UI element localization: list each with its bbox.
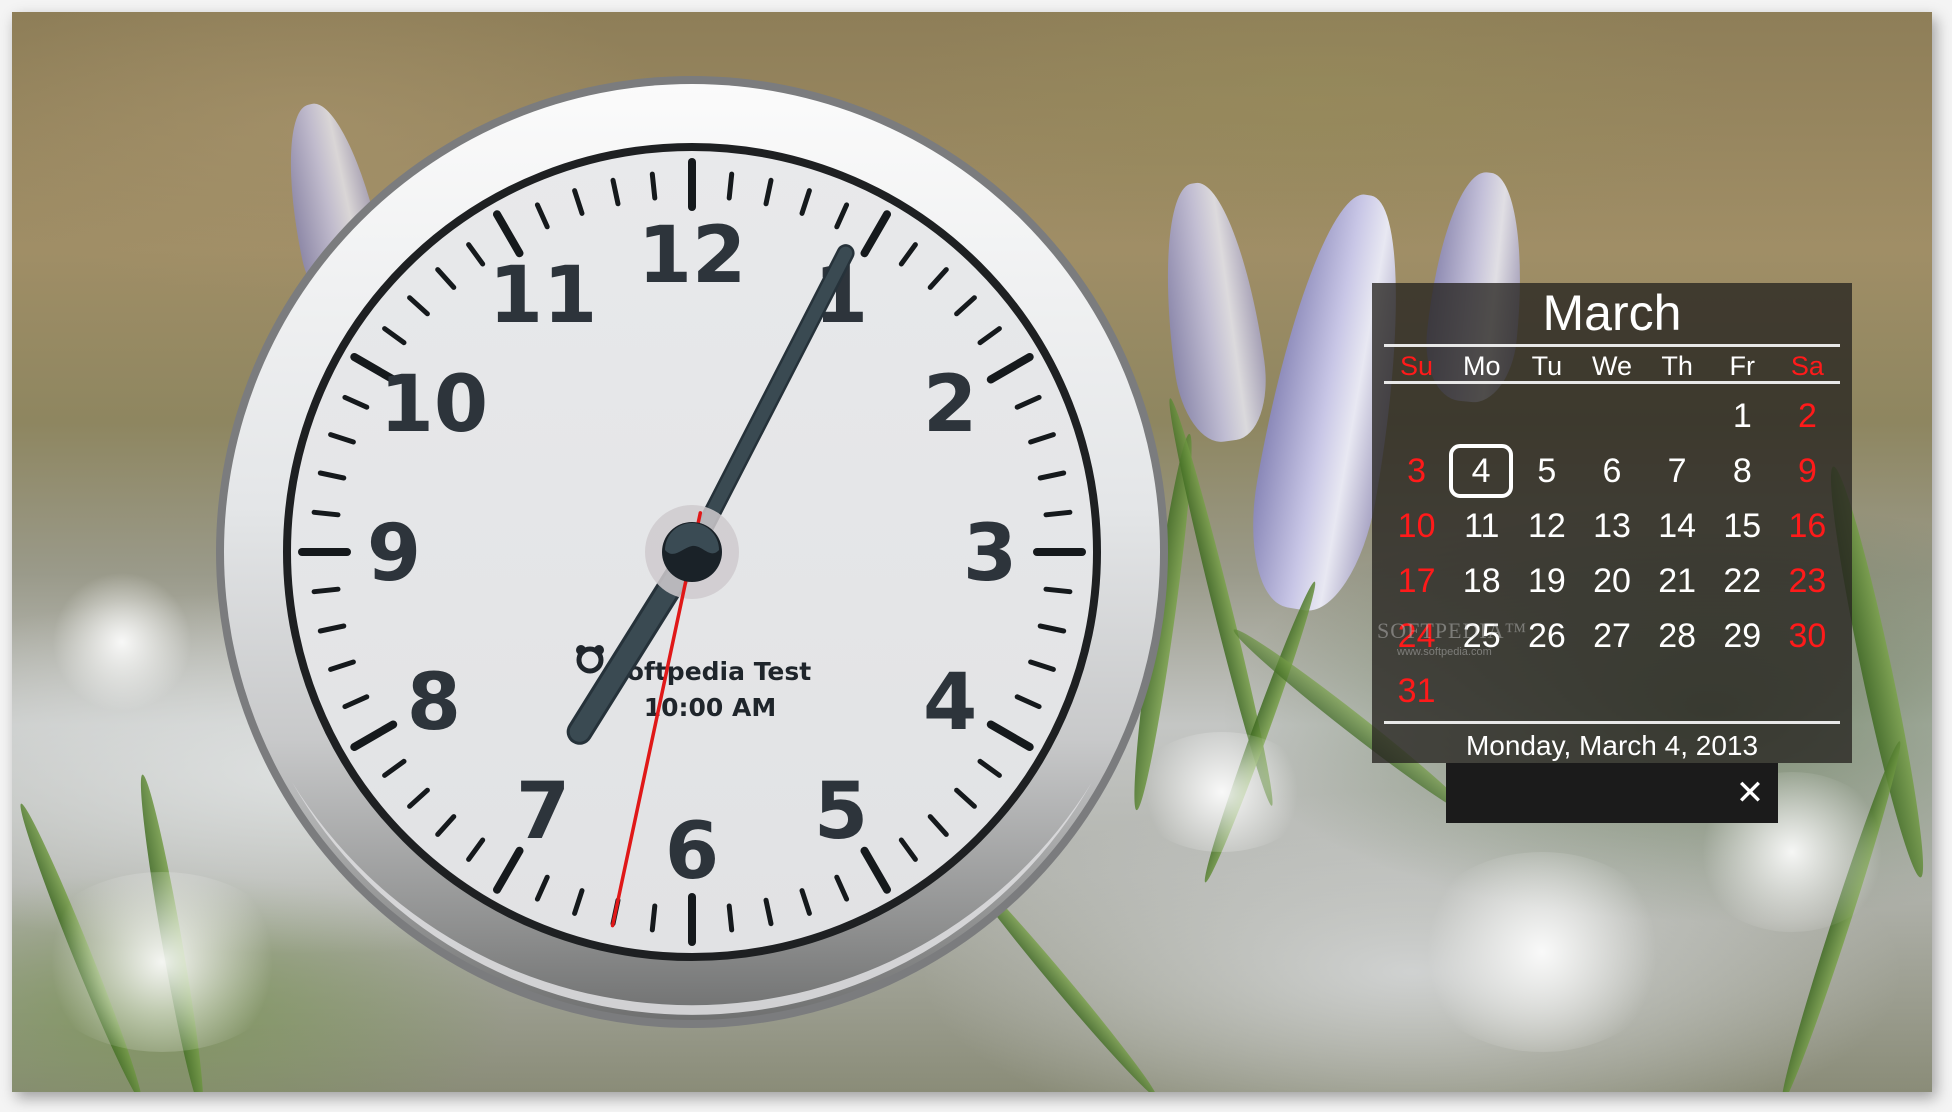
calendar-header-divider <box>1384 344 1840 347</box>
weekday-label-sa: Sa <box>1790 351 1824 381</box>
calendar-empty-cell <box>1579 389 1644 444</box>
weekday-label-tu: Tu <box>1531 351 1563 381</box>
weekday-label-mo: Mo <box>1462 351 1501 381</box>
clock-bezel[interactable] <box>224 84 1160 1020</box>
watermark-brand: SOFTPEDIA™ <box>1377 618 1528 643</box>
calendar-empty-cell <box>1449 389 1514 444</box>
calendar-week-row: 10 11 12 13 14 15 16 <box>1384 499 1840 554</box>
calendar-week-row: 17 18 19 20 21 22 23 <box>1384 554 1840 609</box>
calendar-day[interactable]: 5 <box>1514 444 1579 499</box>
watermark-url: www.softpedia.com <box>1397 646 1492 658</box>
calendar-day[interactable]: 31 <box>1384 664 1449 719</box>
snow-sparkle-decoration <box>1412 852 1672 1052</box>
calendar-day[interactable]: 20 <box>1579 554 1644 609</box>
close-icon[interactable]: ✕ <box>1730 773 1770 813</box>
weekday-label-we: We <box>1591 351 1632 381</box>
weekday-label-su: Su <box>1400 351 1434 381</box>
calendar-week-row: 3456789 <box>1384 444 1840 499</box>
calendar-day[interactable]: 1 <box>1710 389 1775 444</box>
softpedia-watermark: SOFTPEDIA™ www.softpedia.com <box>1377 618 1527 658</box>
calendar-day[interactable]: 4 <box>1449 444 1514 499</box>
calendar-day[interactable]: 14 <box>1645 499 1710 554</box>
calendar-day[interactable]: 18 <box>1449 554 1514 609</box>
calendar-footer-divider <box>1384 721 1840 724</box>
snow-sparkle-decoration <box>52 572 192 712</box>
calendar-day[interactable]: 19 <box>1514 554 1579 609</box>
today-highlight[interactable]: 4 <box>1449 444 1514 498</box>
calendar-empty-cell <box>1645 664 1710 719</box>
snow-sparkle-decoration <box>1132 732 1312 852</box>
weekday-label-fr: Fr <box>1729 351 1756 381</box>
calendar-day[interactable]: 29 <box>1710 609 1775 664</box>
calendar-gadget: March Su Mo Tu We Th Fr Sa 1 2 3 4 5 6 7 8 9 10 11 12 13 14… <box>1372 283 1852 763</box>
calendar-empty-cell <box>1775 664 1840 719</box>
crocus-bud-decoration <box>1149 177 1275 447</box>
calendar-day[interactable]: 3 <box>1384 444 1449 499</box>
calendar-month-title[interactable]: March <box>1372 285 1852 341</box>
calendar-day[interactable]: 11 <box>1449 499 1514 554</box>
calendar-empty-cell <box>1645 389 1710 444</box>
calendar-day[interactable]: 7 <box>1645 444 1710 499</box>
calendar-week-row: 31 <box>1384 664 1840 719</box>
calendar-day[interactable]: 10 <box>1384 499 1449 554</box>
calendar-day[interactable]: 12 <box>1514 499 1579 554</box>
calendar-day[interactable]: 8 <box>1710 444 1775 499</box>
calendar-empty-cell <box>1449 664 1514 719</box>
calendar-empty-cell <box>1710 664 1775 719</box>
calendar-day[interactable]: 28 <box>1645 609 1710 664</box>
calendar-day[interactable]: 22 <box>1710 554 1775 609</box>
calendar-day[interactable]: 6 <box>1579 444 1644 499</box>
calendar-day[interactable]: 9 <box>1775 444 1840 499</box>
calendar-day[interactable]: 27 <box>1579 609 1644 664</box>
calendar-day[interactable]: 2 <box>1775 389 1840 444</box>
calendar-current-date: Monday, March 4, 2013 <box>1465 730 1759 761</box>
snow-sparkle-decoration <box>32 872 292 1052</box>
calendar-day[interactable]: 13 <box>1579 499 1644 554</box>
calendar-empty-cell <box>1579 664 1644 719</box>
calendar-day[interactable]: 17 <box>1384 554 1449 609</box>
calendar-day[interactable]: 15 <box>1710 499 1775 554</box>
calendar-day[interactable]: 23 <box>1775 554 1840 609</box>
calendar-day[interactable]: 30 <box>1775 609 1840 664</box>
calendar-empty-cell <box>1514 664 1579 719</box>
calendar-empty-cell <box>1514 389 1579 444</box>
weekday-label-th: Th <box>1661 351 1693 381</box>
gadget-toolbar: ✕ <box>1446 763 1778 823</box>
calendar-header-divider <box>1384 381 1840 384</box>
calendar-empty-cell <box>1384 389 1449 444</box>
calendar-day[interactable]: 16 <box>1775 499 1840 554</box>
calendar-day[interactable]: 21 <box>1645 554 1710 609</box>
calendar-week-row: 12 <box>1384 389 1840 444</box>
calendar-weekday-header: Su Mo Tu We Th Fr Sa <box>1384 349 1840 383</box>
